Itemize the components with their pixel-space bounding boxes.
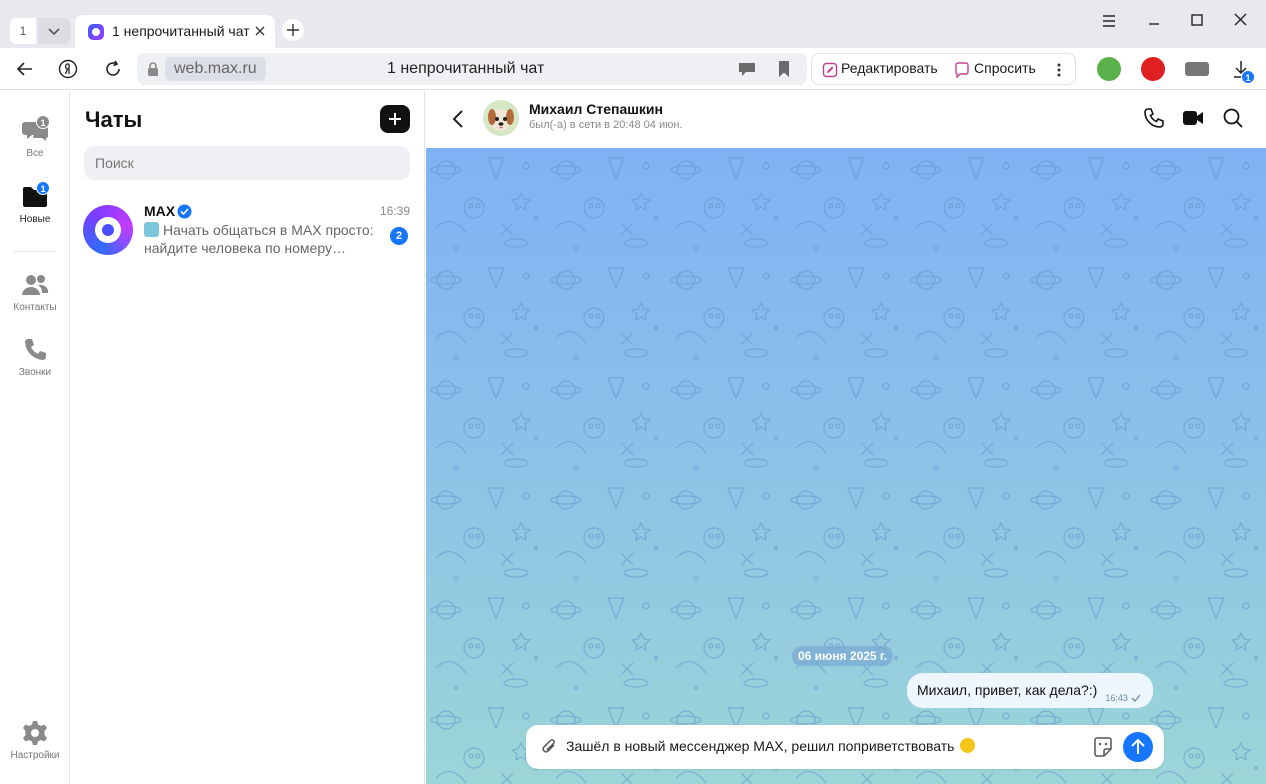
grinning-emoji-icon — [960, 738, 976, 753]
arrow-up-icon — [1131, 738, 1145, 754]
rail-item-all[interactable]: 1 Все — [0, 115, 70, 159]
phone-icon — [21, 336, 49, 364]
rail-item-settings[interactable]: Настройки — [0, 719, 70, 761]
menu-icon[interactable] — [1099, 11, 1119, 31]
rail-badge: 1 — [36, 181, 50, 195]
chat-name: MAX — [144, 203, 176, 219]
new-chat-button[interactable] — [380, 105, 410, 133]
sent-check-icon — [1131, 694, 1141, 702]
message-input[interactable]: Зашёл в новый мессенджер MAX, решил попр… — [566, 738, 976, 754]
edit-icon — [822, 62, 838, 78]
message-text: Михаил, привет, как дела?:) — [917, 682, 1098, 698]
page-actions: Редактировать Спросить — [811, 53, 1076, 85]
extension-grey-icon[interactable] — [1185, 62, 1209, 76]
message-meta: 16:43 — [1105, 681, 1141, 716]
rail-label: Настройки — [10, 750, 60, 761]
folder-icon: 1 — [21, 181, 50, 211]
avatar-dot — [102, 224, 114, 236]
tab-counter[interactable]: 1 — [10, 18, 36, 44]
gear-icon — [21, 719, 49, 747]
contact-avatar[interactable] — [483, 100, 519, 136]
conversation-header: Михаил Степашкин был(-а) в сети в 20:48 … — [426, 91, 1266, 148]
new-tab-button[interactable] — [282, 19, 304, 41]
send-button[interactable] — [1123, 732, 1153, 762]
message-time: 16:43 — [1105, 693, 1128, 703]
contacts-icon — [21, 271, 49, 299]
dog-avatar-icon — [488, 109, 514, 131]
plus-icon — [287, 24, 299, 36]
chat-preview: Начать общаться в MAX просто: найдите че… — [144, 221, 376, 257]
address-page-title: 1 непрочитанный чат — [387, 60, 545, 77]
rail-item-contacts[interactable]: Контакты — [0, 271, 70, 313]
bookmark-icon[interactable] — [777, 60, 791, 78]
lock-icon[interactable] — [146, 61, 160, 77]
phone-call-icon[interactable] — [1143, 107, 1165, 129]
max-avatar — [83, 205, 133, 255]
chats-title: Чаты — [85, 107, 143, 132]
paperclip-icon[interactable] — [540, 737, 558, 757]
back-arrow-icon[interactable] — [15, 59, 35, 79]
rail-label: Все — [26, 148, 44, 159]
unread-badge: 2 — [390, 227, 408, 245]
more-vertical-icon[interactable] — [1056, 62, 1062, 78]
contact-name: Михаил Степашкин — [529, 101, 663, 117]
chat-time: 16:39 — [380, 204, 411, 218]
contact-last-seen: был(-а) в сети в 20:48 04 июн. — [529, 119, 683, 131]
close-tab-icon[interactable] — [253, 24, 267, 38]
rail-badge: 1 — [36, 115, 50, 129]
max-favicon-icon — [88, 24, 104, 40]
message-composer[interactable]: Зашёл в новый мессенджер MAX, решил попр… — [526, 725, 1164, 769]
chat-preview-text: Начать общаться в MAX просто: найдите че… — [144, 222, 374, 256]
tab-list-dropdown[interactable] — [38, 18, 70, 44]
search-input[interactable] — [84, 146, 410, 180]
edit-button[interactable]: Редактировать — [841, 60, 938, 76]
browser-toolbar: web.max.ru 1 непрочитанный чат Редактиро… — [0, 48, 1266, 90]
rail-label: Новые — [19, 214, 51, 225]
browser-tabstrip: 1 1 непрочитанный чат — [0, 0, 1266, 48]
minimize-icon[interactable] — [1144, 11, 1164, 31]
address-bar[interactable]: web.max.ru 1 непрочитанный чат — [137, 53, 807, 85]
reader-icon[interactable] — [738, 61, 756, 77]
maximize-icon[interactable] — [1187, 11, 1207, 31]
chat-list-panel: Чаты MAX 16:39 Начать общаться в MAX про… — [70, 91, 425, 784]
chevron-down-icon — [48, 28, 60, 36]
rail-item-new[interactable]: 1 Новые — [0, 181, 70, 225]
back-chevron-icon[interactable] — [450, 107, 466, 131]
plus-icon — [389, 113, 401, 125]
downloads-badge: 1 — [1241, 70, 1255, 84]
outgoing-message[interactable]: Михаил, привет, как дела?:) 16:43 — [907, 673, 1153, 708]
rail-item-calls[interactable]: Звонки — [0, 336, 70, 378]
reload-icon[interactable] — [103, 59, 123, 79]
chats-icon: 1 — [21, 115, 50, 145]
url-domain[interactable]: web.max.ru — [165, 57, 266, 81]
rail-label: Звонки — [18, 367, 52, 378]
conversation-area: 06 июня 2025 г. Михаил, привет, как дела… — [426, 148, 1266, 784]
sticker-icon[interactable] — [1092, 736, 1114, 758]
verified-icon — [177, 204, 192, 219]
building-emoji-icon — [144, 222, 159, 237]
close-window-icon[interactable] — [1231, 11, 1251, 31]
yandex-icon[interactable] — [58, 59, 78, 79]
extension-red-icon[interactable] — [1141, 57, 1165, 81]
tab-title: 1 непрочитанный чат — [112, 23, 250, 39]
nav-rail: 1 Все 1 Новые Контакты Звонки Настройки — [0, 91, 70, 784]
date-separator: 06 июня 2025 г. — [792, 646, 894, 666]
ask-button[interactable]: Спросить — [974, 60, 1036, 76]
video-call-icon[interactable] — [1182, 107, 1204, 129]
rail-divider — [14, 251, 56, 252]
rail-label: Контакты — [13, 302, 57, 313]
browser-tab[interactable]: 1 непрочитанный чат — [75, 15, 275, 48]
extension-gear-icon[interactable] — [1097, 57, 1121, 81]
search-icon[interactable] — [1222, 107, 1244, 129]
message-input-text: Зашёл в новый мессенджер MAX, решил попр… — [566, 738, 955, 754]
chat-list-item[interactable]: MAX 16:39 Начать общаться в MAX просто: … — [70, 197, 425, 261]
ask-icon — [955, 62, 969, 78]
